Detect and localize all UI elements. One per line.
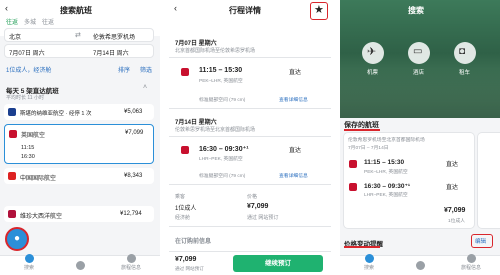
airline-logo xyxy=(8,172,16,180)
back-icon[interactable]: ‹ xyxy=(5,3,8,13)
price-alert-fab[interactable]: ● xyxy=(5,227,29,251)
return-time: 16:30 – 09:30⁺¹ xyxy=(199,146,249,153)
tab-search[interactable]: 搜索 xyxy=(354,254,384,271)
car-rental-button[interactable]: ◘ xyxy=(454,42,476,64)
route-field[interactable]: 北京 ⇄ 伦敦希思罗机场 xyxy=(4,28,154,42)
date-out: 7月07日 周六 xyxy=(9,51,45,57)
saved-flight-card-next[interactable] xyxy=(478,133,500,228)
page-title: 搜索 xyxy=(408,6,424,15)
passenger-value[interactable]: 1位成人 xyxy=(175,203,196,212)
airline-logo xyxy=(181,68,189,76)
flight-result-0[interactable]: 斯堪的纳维亚航空 · 经停 1 次 ¥5,063 xyxy=(4,104,154,120)
price-value: ¥7,099 xyxy=(247,203,269,210)
tab-explore[interactable] xyxy=(405,261,435,271)
search-results-screen: ‹ 搜索航班 往返 多城 往返 北京 ⇄ 伦敦希思罗机场 7月07日 周六 7月… xyxy=(0,0,160,275)
tab-trip-2[interactable]: 往返 xyxy=(42,17,54,26)
outbound-route: 北京首都国际机场至伦敦希思罗机场 xyxy=(175,48,256,54)
from-city: 北京 xyxy=(9,35,22,41)
airline-logo xyxy=(8,108,16,116)
flights-button[interactable]: ✈ xyxy=(362,42,384,64)
flight-result-1[interactable]: 英国航空 ¥7,099 11:15 16:30 xyxy=(4,124,154,164)
return-route: 伦敦希思罗机场至北京首都国际机场 xyxy=(175,127,256,133)
continue-booking-button[interactable]: 继续预订 xyxy=(233,255,323,272)
flight-result-2[interactable]: 中国国际航空 ¥8,343 xyxy=(4,168,154,184)
tab-search[interactable]: 搜索 xyxy=(14,254,44,271)
outbound-legroom: 标准腿部空间 (79 cm) xyxy=(199,98,246,103)
save-star-button[interactable]: ★ xyxy=(310,2,328,20)
passengers-selector[interactable]: 1位成人，经济舱 xyxy=(6,65,51,74)
drop-icon: ● xyxy=(14,233,21,244)
star-icon: ★ xyxy=(314,4,324,16)
more-info-heading: 在订购前信息 xyxy=(175,239,212,245)
flight-result-3[interactable]: 维珍大西洋航空 ¥12,794 xyxy=(4,206,154,222)
booking-bar: ¥7,099 通过 网站预订 继续预订 xyxy=(169,251,331,275)
itinerary-detail-screen: ‹ 行程详情 ★ 7月07日 星期六 北京首都国际机场至伦敦希思罗机场 11:1… xyxy=(169,0,331,275)
page-title: 行程详情 xyxy=(229,6,261,15)
sort-button[interactable]: 排序 xyxy=(118,65,130,74)
car-icon: ◘ xyxy=(459,46,466,57)
saved-price: ¥7,099 xyxy=(444,207,466,214)
outbound-details-link[interactable]: 查看详细信息 xyxy=(279,96,308,103)
bottom-tab-bar: 搜索 旅程信息 xyxy=(340,254,500,275)
bottom-tab-bar: 搜索 旅程信息 xyxy=(0,254,160,275)
tab-trips[interactable]: 旅程信息 xyxy=(116,254,146,271)
profile-icon xyxy=(126,254,136,263)
airline-logo xyxy=(9,130,17,138)
swap-icon[interactable]: ⇄ xyxy=(75,31,81,39)
airplane-icon: ✈ xyxy=(367,46,377,58)
airline-logo xyxy=(349,160,357,168)
back-icon[interactable]: ‹ xyxy=(174,3,177,13)
page-title: 搜索航班 xyxy=(60,6,92,15)
home-search-screen: 搜索 ✈ 机票 ▭ 酒店 ◘ 租车 保存的航班 伦敦希思罗机场至北京首都国际机场… xyxy=(340,0,500,275)
filter-button[interactable]: 筛选 xyxy=(140,65,152,74)
tab-explore[interactable] xyxy=(65,261,95,271)
outbound-type: 直达 xyxy=(289,70,302,76)
outbound-date: 7月07日 星期六 xyxy=(175,41,217,47)
outbound-time: 11:15 – 15:30 xyxy=(199,67,243,74)
return-details-link[interactable]: 查看详细信息 xyxy=(279,172,308,179)
tab-trip-1[interactable]: 多城 xyxy=(24,17,36,26)
compass-icon xyxy=(75,261,85,270)
compass-icon xyxy=(415,261,425,270)
saved-flight-card[interactable]: 伦敦希思罗机场至北京首都国际机场 7月07日 – 7月14日 11:15 – 1… xyxy=(344,133,474,228)
bed-icon: ▭ xyxy=(413,46,423,57)
return-type: 直达 xyxy=(289,148,302,154)
edit-button[interactable]: 编辑 xyxy=(471,234,493,248)
airline-logo xyxy=(8,210,16,218)
return-date: 7月14日 星期六 xyxy=(175,120,217,126)
search-icon xyxy=(364,254,374,263)
hotels-button[interactable]: ▭ xyxy=(408,42,430,64)
tab-trips[interactable]: 旅程信息 xyxy=(456,254,486,271)
return-legroom: 标准腿部空间 (79 cm) xyxy=(199,174,246,179)
date-back: 7月14日 周六 xyxy=(93,51,129,57)
chevron-up-icon[interactable]: ˄ xyxy=(143,84,147,91)
date-field[interactable]: 7月07日 周六 7月14日 周六 xyxy=(4,44,154,58)
airline-logo xyxy=(349,183,357,191)
tab-trip-0[interactable]: 往返 xyxy=(6,17,18,26)
airline-logo xyxy=(181,146,189,154)
to-city: 伦敦希思罗机场 xyxy=(93,35,136,41)
bottom-price: ¥7,099 xyxy=(175,256,197,263)
profile-icon xyxy=(466,254,476,263)
search-icon xyxy=(24,254,34,263)
section-subtitle: 平均时长 11 小时 xyxy=(6,95,44,101)
